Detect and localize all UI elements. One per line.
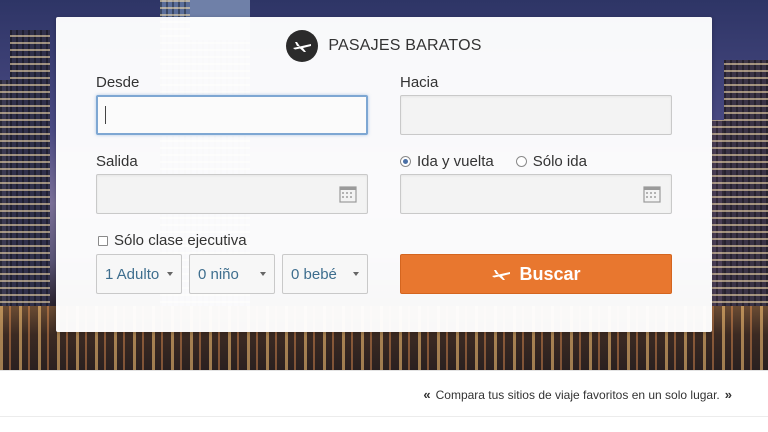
text-cursor bbox=[105, 106, 106, 124]
search-button[interactable]: Buscar bbox=[400, 254, 672, 294]
business-class-label[interactable]: Sólo clase ejecutiva bbox=[114, 232, 247, 249]
departure-date-field[interactable] bbox=[96, 174, 368, 214]
to-label: Hacia bbox=[400, 74, 439, 91]
tagline-text: Compara tus sitios de viaje favoritos en… bbox=[435, 387, 720, 402]
calendar-icon[interactable] bbox=[643, 185, 661, 203]
flight-search-panel: PASAJES BARATOS Desde Hacia Salida Ida y… bbox=[56, 17, 712, 332]
divider bbox=[0, 416, 768, 417]
children-value: 0 niño bbox=[198, 265, 239, 283]
adults-select[interactable]: 1 Adulto bbox=[96, 254, 182, 294]
divider bbox=[0, 370, 768, 371]
return-date-field[interactable] bbox=[400, 174, 672, 214]
calendar-icon[interactable] bbox=[339, 185, 357, 203]
children-select[interactable]: 0 niño bbox=[189, 254, 275, 294]
airplane-icon bbox=[492, 270, 511, 280]
to-field[interactable] bbox=[400, 95, 672, 135]
close-quote: » bbox=[724, 387, 732, 402]
page-title: PASAJES BARATOS bbox=[328, 37, 482, 54]
open-quote: « bbox=[423, 387, 431, 402]
round-trip-label[interactable]: Ida y vuelta bbox=[417, 153, 494, 170]
from-field[interactable] bbox=[96, 95, 368, 135]
chevron-down-icon bbox=[260, 272, 266, 276]
one-way-radio[interactable] bbox=[515, 156, 527, 167]
one-way-label[interactable]: Sólo ida bbox=[533, 153, 587, 170]
adults-value: 1 Adulto bbox=[105, 265, 160, 283]
chevron-down-icon bbox=[353, 272, 359, 276]
infants-value: 0 bebé bbox=[291, 265, 337, 283]
from-label: Desde bbox=[96, 74, 140, 91]
business-class-option[interactable]: Sólo clase ejecutiva bbox=[98, 232, 247, 249]
to-input[interactable] bbox=[401, 96, 671, 134]
trip-type-group: Ida y vuelta Sólo ida bbox=[400, 153, 587, 170]
airplane-icon bbox=[286, 30, 319, 62]
tagline: « Compara tus sitios de viaje favoritos … bbox=[423, 387, 732, 402]
chevron-down-icon bbox=[167, 272, 173, 276]
departure-label: Salida bbox=[96, 153, 138, 170]
from-input[interactable] bbox=[98, 97, 366, 133]
panel-header: PASAJES BARATOS bbox=[56, 29, 712, 63]
round-trip-radio[interactable] bbox=[400, 156, 411, 167]
search-button-label: Buscar bbox=[519, 263, 581, 284]
business-class-checkbox[interactable] bbox=[98, 235, 108, 246]
infants-select[interactable]: 0 bebé bbox=[282, 254, 368, 294]
